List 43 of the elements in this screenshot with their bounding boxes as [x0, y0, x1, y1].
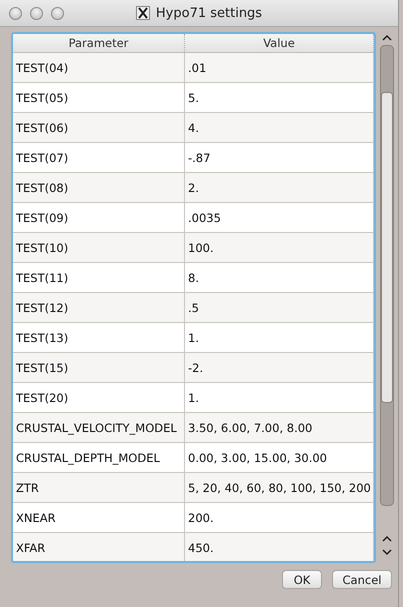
minimize-button[interactable]: [30, 6, 43, 20]
table-cell[interactable]: XNEAR: [13, 503, 185, 532]
cancel-button[interactable]: Cancel: [332, 570, 392, 589]
table-cell[interactable]: 450.: [185, 533, 374, 561]
table-cell[interactable]: 3.50, 6.00, 7.00, 8.00: [185, 413, 374, 442]
table-cell[interactable]: 1.: [185, 323, 374, 352]
table-cell[interactable]: 5.: [185, 83, 374, 112]
table-cell[interactable]: 8.: [185, 263, 374, 292]
table-cell[interactable]: TEST(04): [13, 53, 185, 82]
app-icon: [136, 6, 150, 20]
table-cell[interactable]: TEST(05): [13, 83, 185, 112]
close-button[interactable]: [9, 6, 22, 20]
table-cell[interactable]: .01: [185, 53, 374, 82]
table-cell[interactable]: CRUSTAL_VELOCITY_MODEL: [13, 413, 185, 442]
ok-button[interactable]: OK: [282, 570, 322, 589]
table-cell[interactable]: .5: [185, 293, 374, 322]
table-cell[interactable]: CRUSTAL_DEPTH_MODEL: [13, 443, 185, 472]
table-cell[interactable]: TEST(13): [13, 323, 185, 352]
table-cell[interactable]: TEST(07): [13, 143, 185, 172]
column-header[interactable]: Value: [185, 34, 374, 52]
table-cell[interactable]: 200.: [185, 503, 374, 532]
table-cell[interactable]: 1.: [185, 383, 374, 412]
table-cell[interactable]: 4.: [185, 113, 374, 142]
table-cell[interactable]: 100.: [185, 233, 374, 262]
table-cell[interactable]: XFAR: [13, 533, 185, 561]
table-cell[interactable]: .0035: [185, 203, 374, 232]
zoom-button[interactable]: [51, 6, 64, 20]
table-cell[interactable]: TEST(12): [13, 293, 185, 322]
table-cell[interactable]: 5, 20, 40, 60, 80, 100, 150, 200: [185, 473, 374, 502]
table-cell[interactable]: TEST(20): [13, 383, 185, 412]
column-header[interactable]: Parameter: [13, 34, 185, 52]
table-cell[interactable]: TEST(10): [13, 233, 185, 262]
table-cell[interactable]: ZTR: [13, 473, 185, 502]
table-cell[interactable]: 2.: [185, 173, 374, 202]
table-cell[interactable]: TEST(06): [13, 113, 185, 142]
table-cell[interactable]: TEST(11): [13, 263, 185, 292]
table-cell[interactable]: TEST(08): [13, 173, 185, 202]
table-cell[interactable]: -.87: [185, 143, 374, 172]
table-cell[interactable]: 0.00, 3.00, 15.00, 30.00: [185, 443, 374, 472]
window-title: Hypo71 settings: [156, 6, 262, 20]
table-cell[interactable]: TEST(15): [13, 353, 185, 382]
table-cell[interactable]: -2.: [185, 353, 374, 382]
table-cell[interactable]: TEST(09): [13, 203, 185, 232]
